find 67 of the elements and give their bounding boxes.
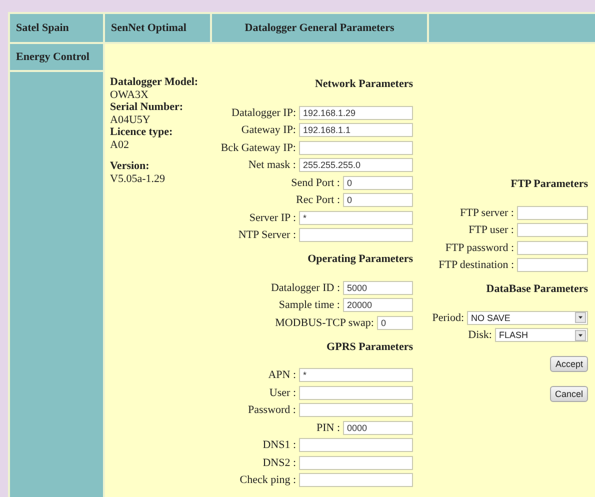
info-value: OWA3X: [110, 88, 150, 101]
form-button[interactable]: Cancel: [550, 386, 588, 402]
field-label: Password :: [248, 404, 296, 416]
field-label: PIN :: [316, 422, 340, 434]
input-field[interactable]: [517, 206, 588, 220]
info-label: Version:: [110, 160, 150, 172]
form-button[interactable]: Accept: [550, 356, 588, 372]
field-label: Check ping :: [240, 474, 296, 486]
dropdown[interactable]: NO SAVE: [467, 310, 588, 325]
field-label: Bck Gateway IP:: [220, 142, 296, 154]
section-title: Network Parameters: [314, 78, 413, 90]
field-label: APN :: [268, 369, 296, 382]
input-field[interactable]: 0000: [343, 420, 413, 435]
nav-link[interactable]: SenNet Optimal: [105, 14, 210, 42]
section-title: GPRS Parameters: [326, 340, 413, 352]
info-label: Licence type:: [110, 126, 174, 138]
input-field[interactable]: [299, 473, 413, 488]
section-title: Operating Parameters: [308, 253, 413, 265]
info-label: Serial Number:: [110, 101, 184, 114]
input-field[interactable]: [517, 223, 588, 238]
field-label: Datalogger ID :: [270, 282, 340, 294]
input-field[interactable]: 5000: [343, 280, 413, 295]
info-value: A04U5Y: [110, 114, 152, 126]
input-field[interactable]: 0: [343, 193, 413, 208]
section-title: FTP Parameters: [510, 178, 588, 190]
field-label: FTP destination :: [438, 259, 514, 272]
input-field[interactable]: [299, 438, 413, 452]
input-field[interactable]: [299, 140, 413, 155]
input-field[interactable]: [299, 403, 413, 418]
field-label: MODBUS-TCP swap:: [275, 316, 374, 329]
nav-link[interactable]: Datalogger General Parameters: [212, 14, 427, 42]
field-label: Sample time :: [278, 299, 340, 312]
input-field[interactable]: 0: [343, 176, 413, 190]
nav-link[interactable]: Satel Spain: [10, 14, 103, 42]
input-field[interactable]: [299, 228, 413, 242]
field-label: Rec Port :: [296, 194, 340, 206]
field-label: Net mask :: [248, 159, 296, 172]
input-field[interactable]: *: [299, 368, 413, 382]
input-field[interactable]: 20000: [343, 298, 413, 312]
field-label: FTP user :: [468, 224, 514, 236]
sidebar-item[interactable]: Energy Control: [10, 44, 103, 70]
field-label: FTP password :: [445, 242, 514, 254]
field-label: Period:: [432, 312, 464, 324]
info-value: A02: [110, 138, 130, 151]
field-label: Gateway IP:: [241, 124, 296, 136]
input-field[interactable]: [299, 386, 413, 400]
field-label: Send Port :: [291, 176, 340, 189]
input-field[interactable]: *: [299, 210, 413, 225]
input-field[interactable]: [517, 240, 588, 255]
info-value: V5.05a-1.29: [110, 172, 166, 185]
field-label: Disk:: [468, 329, 492, 342]
field-label: User :: [269, 386, 296, 399]
input-field[interactable]: 255.255.255.0: [299, 158, 413, 172]
field-label: FTP server :: [460, 206, 514, 219]
field-label: Server IP :: [249, 212, 296, 224]
input-field[interactable]: 192.168.1.29: [299, 106, 413, 120]
input-field[interactable]: 192.168.1.1: [299, 123, 413, 138]
input-field[interactable]: [299, 456, 413, 470]
field-label: DNS1 :: [262, 439, 296, 452]
input-field[interactable]: 0: [377, 316, 413, 330]
input-field[interactable]: [517, 258, 588, 272]
dropdown[interactable]: FLASH: [495, 328, 588, 342]
section-title: DataBase Parameters: [486, 283, 588, 295]
info-label: Datalogger Model:: [110, 76, 200, 88]
field-label: Datalogger IP:: [232, 106, 296, 119]
field-label: NTP Server :: [238, 229, 296, 242]
field-label: DNS2 :: [262, 456, 296, 469]
